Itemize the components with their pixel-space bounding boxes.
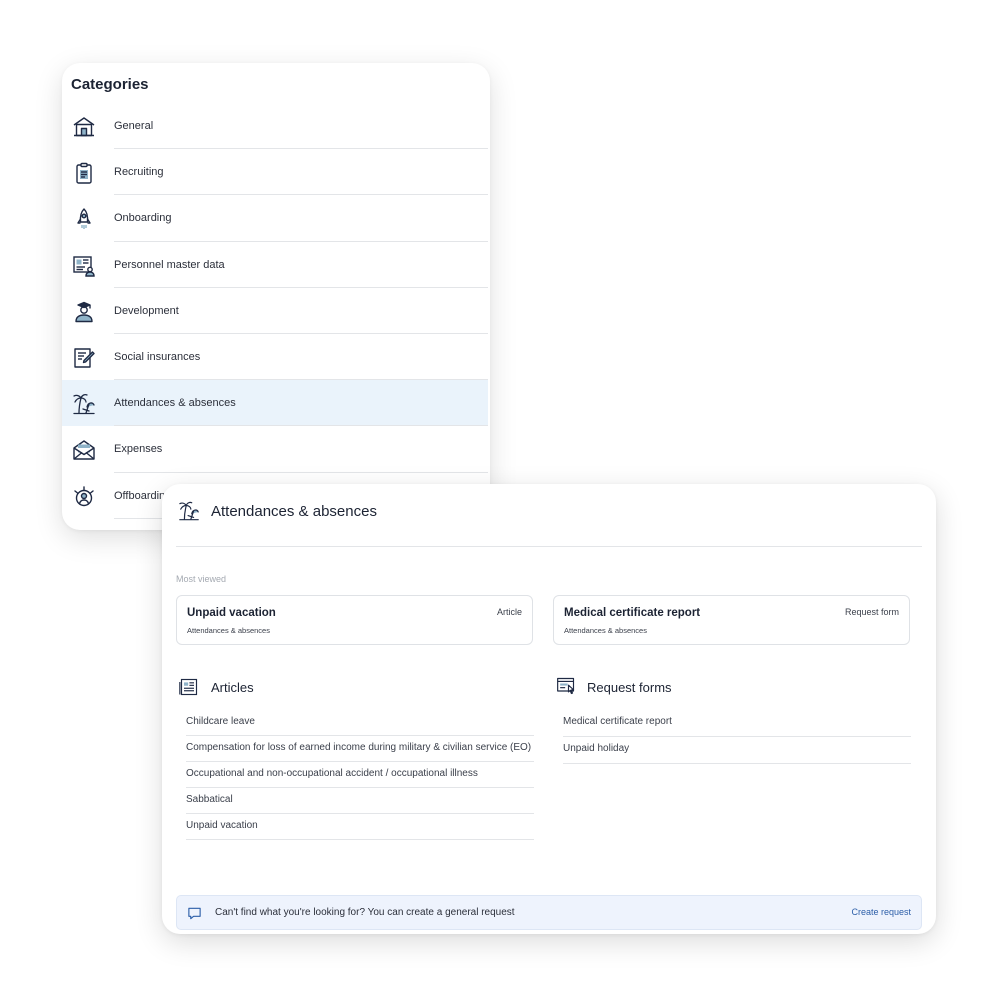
category-label: Attendances & absences: [114, 397, 236, 410]
category-label: Social insurances: [114, 350, 201, 363]
most-viewed-card-unpaid-vacation[interactable]: Unpaid vacation Attendances & absences A…: [176, 595, 533, 645]
request-forms-list: Medical certificate report Unpaid holida…: [563, 710, 911, 764]
category-label: General: [114, 120, 154, 132]
categories-panel: Categories General Recruiting Onboarding…: [62, 63, 490, 530]
house-icon: [72, 115, 96, 139]
category-label: Personnel master data: [114, 258, 225, 271]
most-viewed-card-medical-certificate[interactable]: Medical certificate report Attendances &…: [553, 595, 910, 645]
category-item-attendances-absences[interactable]: Attendances & absences: [62, 380, 488, 427]
id-card-icon: [72, 254, 96, 278]
form-cursor-icon: [556, 676, 576, 696]
newspaper-icon: [179, 677, 199, 697]
divider: [176, 546, 922, 547]
category-item-development[interactable]: Development: [62, 288, 488, 335]
request-form-link[interactable]: Unpaid holiday: [563, 737, 911, 764]
most-viewed-subtitle: Attendances & absences: [187, 626, 270, 635]
article-link[interactable]: Sabbatical: [186, 788, 534, 814]
category-label: Onboarding: [114, 212, 172, 225]
category-item-general[interactable]: General: [62, 103, 488, 150]
palm-beach-icon: [72, 392, 96, 416]
request-form-link[interactable]: Medical certificate report: [563, 710, 911, 737]
category-item-expenses[interactable]: Expenses: [62, 426, 488, 473]
document-pen-icon: [72, 346, 96, 370]
clipboard-icon: [72, 161, 96, 185]
palm-beach-icon: [178, 500, 200, 522]
categories-title: Categories: [71, 76, 149, 93]
category-item-social-insurances[interactable]: Social insurances: [62, 334, 488, 381]
request-forms-title: Request forms: [587, 680, 672, 695]
article-link[interactable]: Occupational and non-occupational accide…: [186, 762, 534, 788]
graduate-icon: [72, 300, 96, 324]
article-link[interactable]: Compensation for loss of earned income d…: [186, 736, 534, 762]
person-exit-icon: [72, 485, 96, 509]
most-viewed-label: Most viewed: [176, 574, 227, 584]
chat-bubble-icon: [187, 906, 202, 921]
detail-title: Attendances & absences: [211, 503, 377, 520]
article-link[interactable]: Childcare leave: [186, 710, 534, 736]
most-viewed-subtitle: Attendances & absences: [564, 626, 647, 635]
banner-text: Can't find what you're looking for? You …: [215, 907, 515, 918]
general-request-banner: Can't find what you're looking for? You …: [176, 895, 922, 930]
categories-list: General Recruiting Onboarding Personnel …: [62, 103, 488, 519]
article-link[interactable]: Unpaid vacation: [186, 814, 534, 840]
most-viewed-type: Request form: [844, 607, 899, 617]
articles-list: Childcare leave Compensation for loss of…: [186, 710, 534, 840]
rocket-icon: [72, 207, 96, 231]
articles-title: Articles: [211, 680, 254, 695]
create-request-link[interactable]: Create request: [851, 907, 911, 917]
most-viewed-title: Medical certificate report: [564, 607, 701, 619]
category-label: Recruiting: [114, 166, 164, 179]
category-detail-panel: Attendances & absences Most viewed Unpai…: [162, 484, 936, 934]
category-item-personnel-master-data[interactable]: Personnel master data: [62, 242, 488, 288]
category-item-onboarding[interactable]: Onboarding: [62, 195, 488, 242]
most-viewed-type: Article: [496, 607, 522, 617]
category-label: Development: [114, 304, 179, 317]
most-viewed-title: Unpaid vacation: [187, 607, 276, 619]
category-item-recruiting[interactable]: Recruiting: [62, 149, 488, 196]
category-label: Expenses: [114, 443, 163, 456]
envelope-icon: [72, 438, 96, 462]
